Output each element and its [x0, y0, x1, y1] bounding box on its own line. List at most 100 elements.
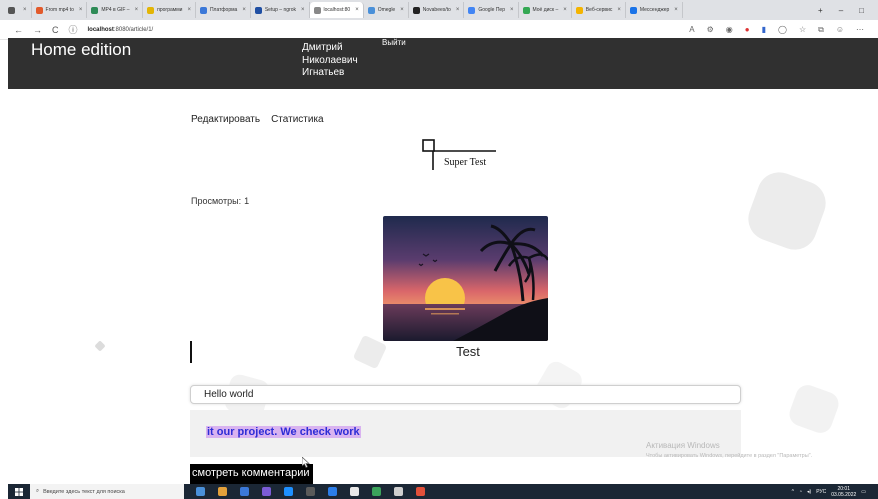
- network-icon[interactable]: ◔: [799, 489, 802, 495]
- taskbar-app-icon[interactable]: [218, 487, 227, 496]
- browser-tab[interactable]: Платформа ×: [196, 2, 251, 18]
- browser-tab[interactable]: Google Пер ×: [464, 2, 519, 18]
- tab-label: Google Пер: [478, 7, 505, 13]
- tab-favicon-icon: [575, 6, 583, 14]
- extension-icons: A ⚙ ◉ ● ▮ ◯ ☆ ⧉ ☺ ⋯: [689, 25, 878, 35]
- tab-favicon-icon: [468, 6, 476, 14]
- edit-link[interactable]: Редактировать: [191, 114, 260, 125]
- maximize-button[interactable]: □: [859, 6, 864, 15]
- close-tab-icon[interactable]: ×: [617, 7, 621, 13]
- minimize-button[interactable]: –: [839, 6, 843, 15]
- browser-tab[interactable]: программи ×: [143, 2, 196, 18]
- extension-icon[interactable]: ◯: [778, 25, 787, 35]
- logout-link[interactable]: Выйти: [382, 38, 406, 47]
- browser-tab[interactable]: Веб-сервис ×: [572, 2, 626, 18]
- more-menu-icon[interactable]: ⋯: [856, 25, 864, 35]
- extension-icon[interactable]: ▮: [762, 25, 766, 35]
- tray-chevron-icon[interactable]: ^: [792, 489, 794, 495]
- browser-tab[interactable]: MP4 в GIF – ×: [87, 2, 144, 18]
- taskbar-apps: [196, 487, 425, 496]
- language-indicator[interactable]: РУС: [816, 489, 826, 495]
- extension-icon[interactable]: ⚙: [707, 25, 714, 35]
- tab-label: MP4 в GIF –: [101, 7, 130, 13]
- taskbar-app-icon[interactable]: [240, 487, 249, 496]
- taskbar-app-icon[interactable]: [350, 487, 359, 496]
- site-info-icon[interactable]: ⓘ: [69, 23, 78, 36]
- close-tab-icon[interactable]: ×: [135, 7, 139, 13]
- forward-icon[interactable]: →: [33, 25, 42, 35]
- comment-input[interactable]: Hello world: [190, 385, 741, 404]
- browser-tab[interactable]: Novabees/to ×: [409, 2, 465, 18]
- extension-icon[interactable]: ◉: [726, 25, 733, 35]
- profile-avatar-icon[interactable]: ☺: [836, 25, 844, 35]
- tab-favicon-icon: [199, 6, 207, 14]
- browser-tab[interactable]: Omegle ×: [364, 2, 409, 18]
- browser-tab[interactable]: ×: [4, 2, 32, 18]
- system-tray: ^ ◔ ◂) РУС 20:01 03.05.2022 ▭: [792, 486, 878, 498]
- close-tab-icon[interactable]: ×: [23, 7, 27, 13]
- taskbar-app-icon[interactable]: [394, 487, 403, 496]
- browser-tab[interactable]: Setup – ngrok ×: [251, 2, 310, 18]
- windows-activation-watermark: Активация Windows Чтобы активировать Win…: [646, 441, 812, 461]
- browser-tab[interactable]: Мессенджер ×: [626, 2, 683, 18]
- taskbar-app-icon[interactable]: [306, 487, 315, 496]
- windows-logo-icon: [15, 487, 23, 496]
- read-aloud-icon[interactable]: A: [689, 25, 694, 35]
- tab-label: Моё диск –: [532, 7, 559, 13]
- mouse-pointer-icon: [302, 457, 310, 468]
- taskbar-app-icon[interactable]: [416, 487, 425, 496]
- tab-favicon-icon: [367, 6, 375, 14]
- close-tab-icon[interactable]: ×: [510, 7, 514, 13]
- show-comments-button[interactable]: смотреть комментарии: [190, 464, 314, 484]
- close-tab-icon[interactable]: ×: [242, 7, 246, 13]
- search-icon: ⌕: [36, 488, 40, 494]
- tab-favicon-icon: [91, 6, 99, 14]
- text-cursor: [190, 341, 192, 363]
- taskbar-search-placeholder: Введите здесь текст для поиска: [43, 488, 125, 495]
- site-brand[interactable]: Home edition: [31, 40, 131, 60]
- browser-tab-strip: × From mp4 to × MP4 в GIF – × программи × Платф…: [0, 0, 878, 20]
- collections-icon[interactable]: ⧉: [818, 25, 824, 35]
- url-field[interactable]: localhost:8080/article/1/: [88, 27, 154, 33]
- close-tab-icon[interactable]: ×: [301, 7, 305, 13]
- comment-text: it our project. We check work: [206, 426, 361, 438]
- new-tab-button[interactable]: +: [818, 6, 823, 15]
- taskbar-app-icon[interactable]: [196, 487, 205, 496]
- tab-favicon-icon: [522, 6, 530, 14]
- close-tab-icon[interactable]: ×: [355, 7, 359, 13]
- views-count: 1: [244, 196, 250, 206]
- close-tab-icon[interactable]: ×: [456, 7, 460, 13]
- tab-label: Setup – ngrok: [264, 7, 296, 13]
- browser-tab[interactable]: localhost:80 ×: [309, 2, 364, 18]
- taskbar-clock[interactable]: 20:01 03.05.2022: [831, 486, 856, 498]
- favorites-icon[interactable]: ☆: [799, 25, 806, 35]
- tab-favicon-icon: [313, 6, 321, 14]
- reload-icon[interactable]: C: [52, 25, 59, 35]
- volume-icon[interactable]: ◂): [807, 489, 811, 495]
- window-controls: + – □: [818, 6, 878, 15]
- browser-tab[interactable]: Моё диск – ×: [519, 2, 572, 18]
- close-tab-icon[interactable]: ×: [674, 7, 678, 13]
- user-name-line: Игнатьев: [302, 67, 345, 78]
- taskbar-app-icon[interactable]: [262, 487, 271, 496]
- close-tab-icon[interactable]: ×: [400, 7, 404, 13]
- close-tab-icon[interactable]: ×: [563, 7, 567, 13]
- statistics-link[interactable]: Статистика: [271, 114, 324, 125]
- taskbar-app-icon[interactable]: [284, 487, 293, 496]
- close-tab-icon[interactable]: ×: [187, 7, 191, 13]
- decorative-shape: [742, 166, 832, 256]
- windows-start-button[interactable]: [8, 487, 30, 496]
- user-name-line: Николаевич: [302, 54, 358, 66]
- decorative-shape: [94, 340, 106, 352]
- browser-tab[interactable]: From mp4 to ×: [32, 2, 88, 18]
- notifications-icon[interactable]: ▭: [861, 489, 866, 495]
- tab-favicon-icon: [147, 6, 155, 14]
- close-tab-icon[interactable]: ×: [79, 7, 83, 13]
- taskbar-app-icon[interactable]: [372, 487, 381, 496]
- extension-icon[interactable]: ●: [745, 25, 750, 35]
- taskbar-search-box[interactable]: ⌕ Введите здесь текст для поиска: [30, 484, 184, 499]
- url-path: :8080/article/1/: [113, 26, 154, 33]
- site-header: Home edition Дмитрий Николаевич Игнатьев…: [8, 38, 878, 89]
- back-icon[interactable]: ←: [14, 25, 23, 35]
- taskbar-app-icon[interactable]: [328, 487, 337, 496]
